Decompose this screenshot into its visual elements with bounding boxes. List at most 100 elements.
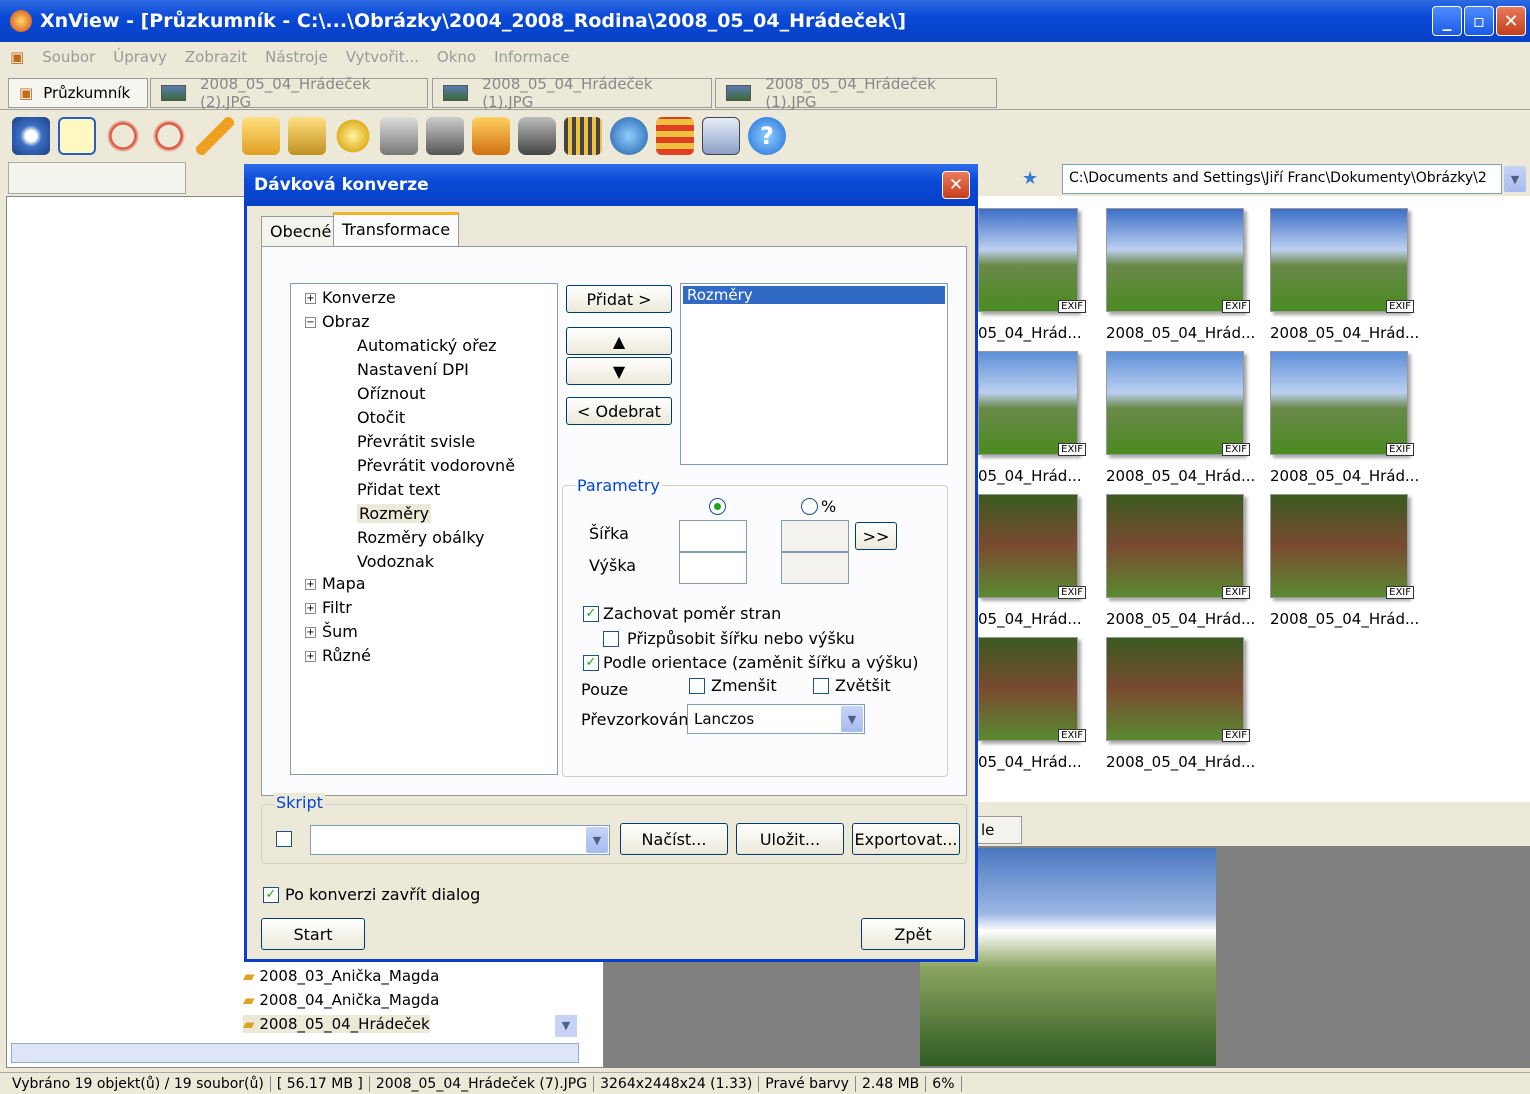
width-input[interactable] [679, 520, 747, 552]
restore-button[interactable]: ▫ [1464, 6, 1494, 36]
info-icon[interactable] [702, 117, 740, 155]
tab-image-2[interactable]: 2008_05_04_Hrádeček (2).JPG [150, 75, 428, 111]
tab-image-1[interactable]: 2008_05_04_Hrádeček (1).JPG [432, 75, 712, 111]
scan-icon[interactable] [426, 117, 464, 155]
tree-item[interactable]: Převrátit vodorovně [357, 456, 515, 475]
enlarge-checkbox[interactable] [813, 678, 829, 694]
thumbnail-item[interactable]: EXIF 2008_05_04_Hrád... [1106, 351, 1256, 485]
preview-tab[interactable]: le [976, 816, 1022, 844]
chevron-down-icon[interactable]: ▼ [1504, 166, 1526, 192]
thumbnail-item[interactable]: EXIF 2008_05_04_Hrád... [1106, 494, 1256, 628]
tab-transformace[interactable]: Transformace [333, 212, 460, 246]
flip-icon[interactable] [196, 117, 234, 155]
tree-mapa[interactable]: + Mapa [305, 574, 366, 593]
thumbnail-item[interactable]: EXIF 2008_05_04_Hrád... [1270, 494, 1420, 628]
menu-nastroje[interactable]: Nástroje [265, 48, 328, 66]
expand-icon[interactable]: + [305, 603, 316, 614]
favorites-star-icon[interactable]: ★ [1022, 168, 1038, 189]
load-button[interactable]: Načíst... [620, 823, 728, 855]
minimize-button[interactable]: _ [1432, 6, 1462, 36]
contact-sheet-icon[interactable] [656, 117, 694, 155]
tree-item[interactable]: Rozměry obálky [357, 528, 485, 547]
menu-upravy[interactable]: Úpravy [113, 48, 167, 66]
resample-select[interactable]: Lanczos ▼ [687, 704, 865, 734]
start-button[interactable]: Start [261, 918, 365, 950]
orientation-checkbox[interactable]: ✓ [583, 655, 599, 671]
shrink-checkbox[interactable] [689, 678, 705, 694]
menu-informace[interactable]: Informace [494, 48, 570, 66]
scroll-down-icon[interactable]: ▼ [555, 1015, 577, 1037]
help-icon[interactable]: ? [748, 117, 786, 155]
move-down-button[interactable]: ▼ [566, 357, 672, 385]
address-input[interactable]: C:\Documents and Settings\Jiří Franc\Dok… [1062, 164, 1502, 194]
tree-item[interactable]: Přidat text [357, 480, 440, 499]
thumbnail-item[interactable]: EXIF 2008_05_04_Hrád... [1270, 208, 1420, 342]
height-percent-input[interactable] [781, 552, 849, 584]
list-item-rozmery[interactable]: Rozměry [683, 286, 945, 304]
view-icon[interactable] [12, 117, 50, 155]
folder-item[interactable]: ▰ 2008_03_Anička_Magda [243, 967, 439, 985]
rotate-left-icon[interactable] [104, 117, 142, 155]
globe-icon[interactable] [610, 117, 648, 155]
rotate-right-icon[interactable] [150, 117, 188, 155]
collapse-icon[interactable]: − [305, 317, 316, 328]
tree-item[interactable]: Vodoznak [357, 552, 434, 571]
open-folder-icon[interactable] [242, 117, 280, 155]
browse-folder-icon[interactable] [288, 117, 326, 155]
menu-zobrazit[interactable]: Zobrazit [185, 48, 247, 66]
expand-icon[interactable]: + [305, 651, 316, 662]
thumbnail-item[interactable]: EXIF 2008_05_04_Hrád... [1106, 208, 1256, 342]
percent-radio[interactable] [801, 498, 818, 515]
tree-konverze[interactable]: + Konverze [305, 288, 396, 307]
menu-okno[interactable]: Okno [437, 48, 476, 66]
add-button[interactable]: Přidat > [566, 285, 672, 313]
width-percent-input[interactable] [781, 520, 849, 552]
tree-item[interactable]: Nastavení DPI [357, 360, 469, 379]
thumbnail-item[interactable]: EXIF 2008_05_04_Hrád... [1270, 351, 1420, 485]
menu-vytvorit[interactable]: Vytvořit... [346, 48, 419, 66]
dialog-close-button[interactable]: ✕ [942, 171, 970, 199]
keep-ratio-checkbox[interactable]: ✓ [583, 606, 599, 622]
expand-icon[interactable]: + [305, 579, 316, 590]
swap-button[interactable]: >> [855, 522, 897, 550]
tree-ruzne[interactable]: + Různé [305, 646, 371, 665]
tree-item[interactable]: Oříznout [357, 384, 425, 403]
close-after-checkbox[interactable]: ✓ [263, 887, 279, 903]
fit-checkbox[interactable] [603, 631, 619, 647]
pixels-radio[interactable] [709, 498, 726, 515]
chevron-down-icon[interactable]: ▼ [586, 827, 608, 853]
chevron-down-icon[interactable]: ▼ [841, 706, 863, 732]
print-icon[interactable] [380, 117, 418, 155]
camera-icon[interactable] [518, 117, 556, 155]
fullscreen-icon[interactable] [58, 117, 96, 155]
tree-filtr[interactable]: + Filtr [305, 598, 352, 617]
close-window-button[interactable]: ✕ [1496, 6, 1526, 36]
expand-icon[interactable]: + [305, 293, 316, 304]
export-button[interactable]: Exportovat... [852, 823, 960, 855]
slideshow-icon[interactable] [334, 117, 372, 155]
thumbnail-item[interactable]: EXIF 2008_05_04_Hrád... [1106, 637, 1256, 771]
tree-item[interactable]: Rozměry [357, 504, 432, 523]
height-input[interactable] [679, 552, 747, 584]
script-checkbox[interactable] [276, 831, 292, 847]
folder-item[interactable]: ▰ 2008_04_Anička_Magda [243, 991, 439, 1009]
tree-obraz[interactable]: − Obraz [305, 312, 370, 331]
script-select[interactable]: ▼ [310, 825, 610, 855]
save-button[interactable]: Uložit... [736, 823, 844, 855]
tree-item[interactable]: Automatický ořez [357, 336, 497, 355]
tree-item[interactable]: Převrátit svisle [357, 432, 475, 451]
tab-pruzkumnik[interactable]: ▣ Průzkumník [8, 78, 148, 108]
expand-icon[interactable]: + [305, 627, 316, 638]
back-button[interactable]: Zpět [861, 918, 965, 950]
remove-button[interactable]: < Odebrat [566, 397, 672, 425]
convert-icon[interactable] [472, 117, 510, 155]
folder-item-selected[interactable]: ▰ 2008_05_04_Hrádeček [243, 1015, 430, 1033]
move-up-button[interactable]: ▲ [566, 327, 672, 355]
tab-image-1b[interactable]: 2008_05_04_Hrádeček (1).JPG [715, 75, 997, 111]
tab-obecne[interactable]: Obecné [261, 216, 341, 246]
transform-list[interactable]: Rozměry [680, 283, 948, 465]
filmstrip-icon[interactable] [564, 117, 602, 155]
tree-sum[interactable]: + Šum [305, 622, 358, 641]
tree-item[interactable]: Otočit [357, 408, 405, 427]
horizontal-scrollbar[interactable] [11, 1043, 579, 1063]
